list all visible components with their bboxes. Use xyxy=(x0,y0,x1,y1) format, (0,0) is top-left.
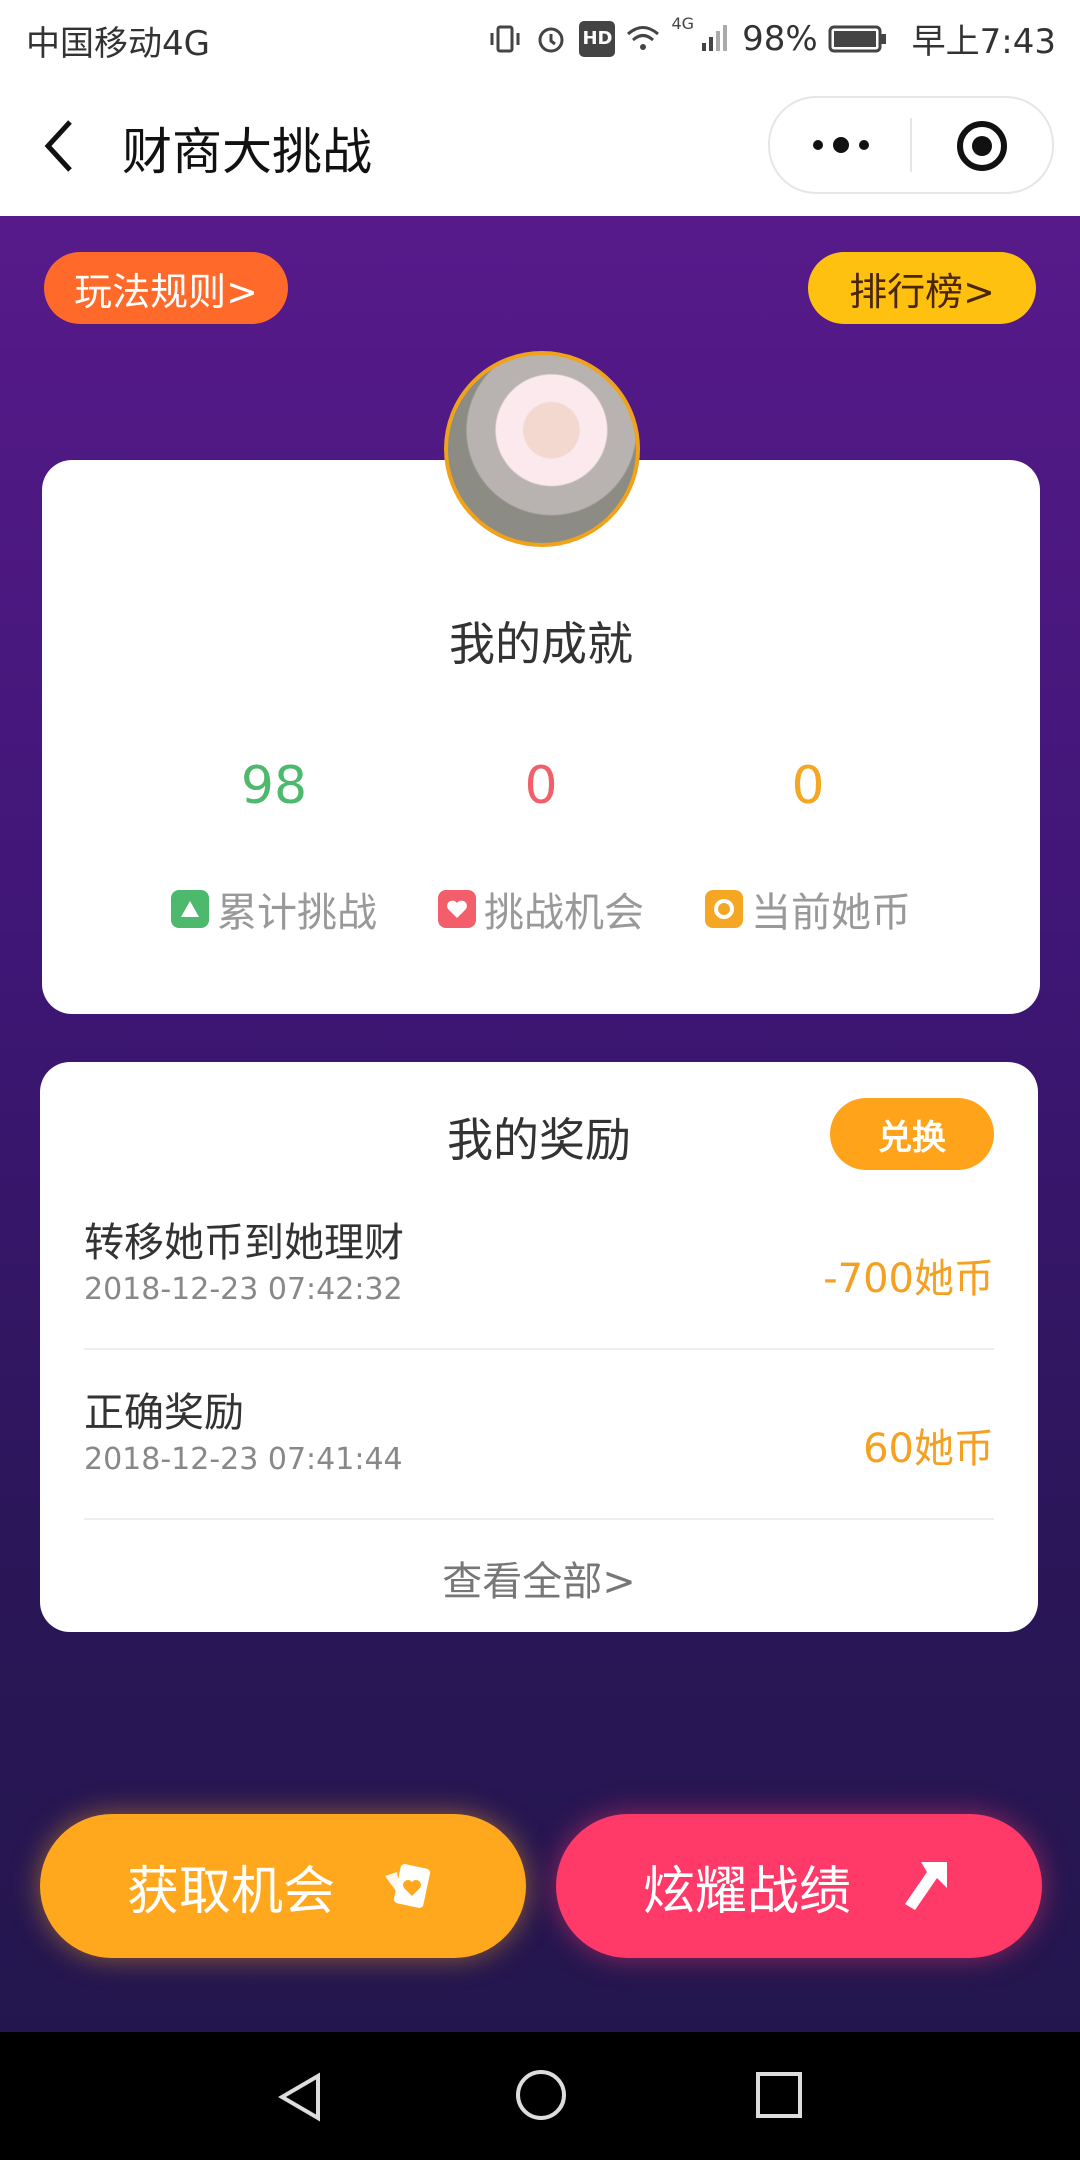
battery-icon xyxy=(828,25,886,52)
challenge-chances-label: 挑战机会 xyxy=(391,880,691,938)
title-bar: 财商大挑战 xyxy=(0,74,1080,217)
network-type-label: 4G xyxy=(671,14,695,33)
reward-name: 正确奖励 xyxy=(84,1390,244,1436)
alarm-icon xyxy=(538,27,564,52)
mini-program-capsule xyxy=(768,96,1054,194)
reward-time: 2018-12-23 07:41:44 xyxy=(84,1442,403,1477)
exchange-button[interactable]: 兑换 xyxy=(830,1098,994,1170)
get-chance-label: 获取机会 xyxy=(126,1861,335,1922)
back-icon[interactable] xyxy=(36,116,86,176)
current-coins-label: 当前她币 xyxy=(658,880,958,938)
get-chance-button[interactable]: 获取机会 xyxy=(40,1814,526,1958)
close-target-icon[interactable] xyxy=(956,120,1008,172)
wifi-icon xyxy=(627,25,660,50)
rewards-card: 我的奖励 兑换 转移她币到她理财 2018-12-23 07:42:32 -70… xyxy=(40,1062,1038,1632)
nav-back-icon[interactable] xyxy=(274,2070,328,2124)
cards-icon xyxy=(385,1864,431,1908)
reward-amount: 60她币 xyxy=(863,1426,994,1472)
status-icons: HD 4G 98% 早上7:43 xyxy=(487,14,1056,63)
show-off-button[interactable]: 炫耀战绩 xyxy=(556,1814,1042,1958)
system-nav-bar xyxy=(0,2032,1080,2160)
page-title: 财商大挑战 xyxy=(122,123,372,181)
hd-icon: HD xyxy=(579,20,616,57)
signal-icon xyxy=(702,24,728,51)
heart-icon xyxy=(438,890,476,928)
rules-button[interactable]: 玩法规则> xyxy=(44,252,288,324)
view-all-link[interactable]: 查看全部> xyxy=(40,1562,1038,1602)
battery-percent: 98% xyxy=(742,18,818,59)
coin-icon xyxy=(705,890,743,928)
vibrate-icon xyxy=(490,25,520,52)
total-challenges-label: 累计挑战 xyxy=(124,880,424,938)
challenge-chances-value: 0 xyxy=(524,756,558,816)
total-challenges-value: 98 xyxy=(240,756,308,816)
more-icon[interactable] xyxy=(806,128,876,162)
reward-amount: -700她币 xyxy=(823,1256,994,1302)
row-divider xyxy=(84,1348,994,1350)
reward-time: 2018-12-23 07:42:32 xyxy=(84,1272,403,1307)
current-coins-value: 0 xyxy=(791,756,825,816)
capsule-divider xyxy=(910,118,912,172)
row-divider xyxy=(84,1518,994,1520)
triangle-icon xyxy=(171,890,209,928)
achievements-title: 我的成就 xyxy=(449,617,633,671)
avatar xyxy=(444,351,640,547)
clock: 早上7:43 xyxy=(911,22,1056,62)
status-bar: 中国移动4G HD 4G 98% 早上7:43 xyxy=(0,0,1080,74)
nav-recents-icon[interactable] xyxy=(754,2070,804,2120)
share-arrow-icon xyxy=(905,1862,947,1910)
carrier-label: 中国移动4G xyxy=(26,24,210,64)
reward-name: 转移她币到她理财 xyxy=(84,1220,404,1266)
show-off-label: 炫耀战绩 xyxy=(642,1861,851,1922)
ranking-button[interactable]: 排行榜> xyxy=(808,252,1036,324)
main-content: 玩法规则> 排行榜> 我的成就 98 0 0 累计挑战 挑战机会 当前她币 我的… xyxy=(0,216,1080,2032)
nav-home-icon[interactable] xyxy=(514,2068,568,2122)
